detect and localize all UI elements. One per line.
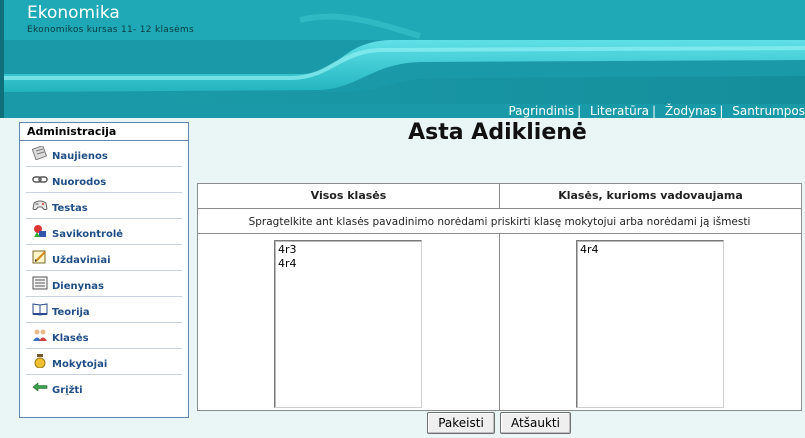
- sidebar-item-label[interactable]: Nuorodos: [52, 177, 106, 188]
- arrow-back-icon: [32, 382, 48, 392]
- sidebar-item-mokytojai[interactable]: Mokytojai: [26, 349, 182, 375]
- admin-menu: Naujienos Nuorodos Testas Savikontrolė U…: [20, 141, 188, 400]
- column-header-all-classes: Visos klasės: [198, 184, 500, 208]
- managed-classes-listbox[interactable]: 4r4: [576, 240, 724, 408]
- journal-icon: [32, 276, 48, 290]
- sidebar-item-label[interactable]: Dienynas: [52, 281, 104, 292]
- site-title: Ekonomika: [27, 3, 120, 23]
- sidebar-item-label[interactable]: Teorija: [52, 307, 90, 318]
- sidebar-item-uzdaviniai[interactable]: Uždaviniai: [26, 245, 182, 271]
- all-classes-listbox[interactable]: 4r3 4r4: [274, 240, 422, 408]
- column-header-managed-classes: Klasės, kurioms vadovaujama: [558, 189, 743, 202]
- nav-link-santrumpos[interactable]: Santrumpos: [732, 104, 805, 118]
- save-button[interactable]: Pakeisti: [427, 412, 495, 434]
- sidebar-title: Administracija: [20, 123, 188, 141]
- chain-link-icon: [32, 176, 48, 183]
- sidebar-item-nuorodos[interactable]: Nuorodos: [26, 167, 182, 193]
- book-icon: [32, 303, 48, 316]
- sidebar-item-label[interactable]: Uždaviniai: [52, 255, 111, 266]
- sidebar-item-label[interactable]: Grįžti: [52, 385, 83, 396]
- cancel-button[interactable]: Atšaukti: [500, 412, 571, 434]
- sidebar-item-grizti[interactable]: Grįžti: [26, 375, 182, 400]
- sidebar-item-label[interactable]: Savikontrolė: [52, 229, 123, 240]
- users-group-icon: [33, 329, 47, 341]
- list-item[interactable]: 4r4: [278, 257, 418, 271]
- sidebar-item-label[interactable]: Testas: [52, 203, 88, 214]
- top-navigation: Pagrindinis | Literatūra | Žodynas | Santru…: [508, 104, 805, 118]
- nav-link-literatura[interactable]: Literatūra: [590, 104, 649, 118]
- sidebar-item-naujienos[interactable]: Naujienos: [26, 141, 182, 167]
- site-subtitle: Ekonomikos kursas 11- 12 klasėms: [27, 25, 194, 35]
- all-classes-cell: 4r3 4r4: [198, 234, 500, 410]
- nav-separator: |: [577, 104, 582, 118]
- class-assignment-table: Visos klasės Klasės, kurioms vadovaujama…: [197, 183, 802, 411]
- gamepad-icon: [32, 200, 48, 211]
- nav-separator: |: [652, 104, 657, 118]
- list-item[interactable]: 4r3: [278, 243, 418, 257]
- sidebar-item-label[interactable]: Mokytojai: [52, 359, 107, 370]
- header-left-band: [0, 0, 4, 118]
- list-item[interactable]: 4r4: [580, 243, 720, 257]
- nav-link-zodynas[interactable]: Žodynas: [665, 104, 717, 118]
- sidebar-item-teorija[interactable]: Teorija: [26, 297, 182, 323]
- nav-separator: |: [719, 104, 724, 118]
- page-title: Asta Adiklienė: [408, 120, 587, 145]
- newspaper-icon: [32, 146, 48, 160]
- shapes-icon: [34, 225, 46, 237]
- sidebar-item-label[interactable]: Naujienos: [52, 151, 108, 162]
- sidebar-item-klases[interactable]: Klasės: [26, 323, 182, 349]
- sidebar-item-label[interactable]: Klasės: [52, 333, 89, 344]
- sidebar-item-dienynas[interactable]: Dienynas: [26, 271, 182, 297]
- admin-sidebar: Administracija Naujienos Nuorodos Testas…: [19, 122, 189, 418]
- instruction-text: Spragtelkite ant klasės pavadinimo norėd…: [198, 208, 801, 234]
- managed-classes-cell: 4r4: [500, 234, 801, 410]
- nav-link-pagrindinis[interactable]: Pagrindinis: [508, 104, 574, 118]
- task-pencil-icon: [32, 250, 46, 264]
- header-wave-graphic: [0, 0, 805, 118]
- site-header: Ekonomika Ekonomikos kursas 11- 12 klasė…: [0, 0, 805, 118]
- sidebar-item-testas[interactable]: Testas: [26, 193, 182, 219]
- teacher-icon: [34, 354, 46, 368]
- sidebar-item-savikontrole[interactable]: Savikontrolė: [26, 219, 182, 245]
